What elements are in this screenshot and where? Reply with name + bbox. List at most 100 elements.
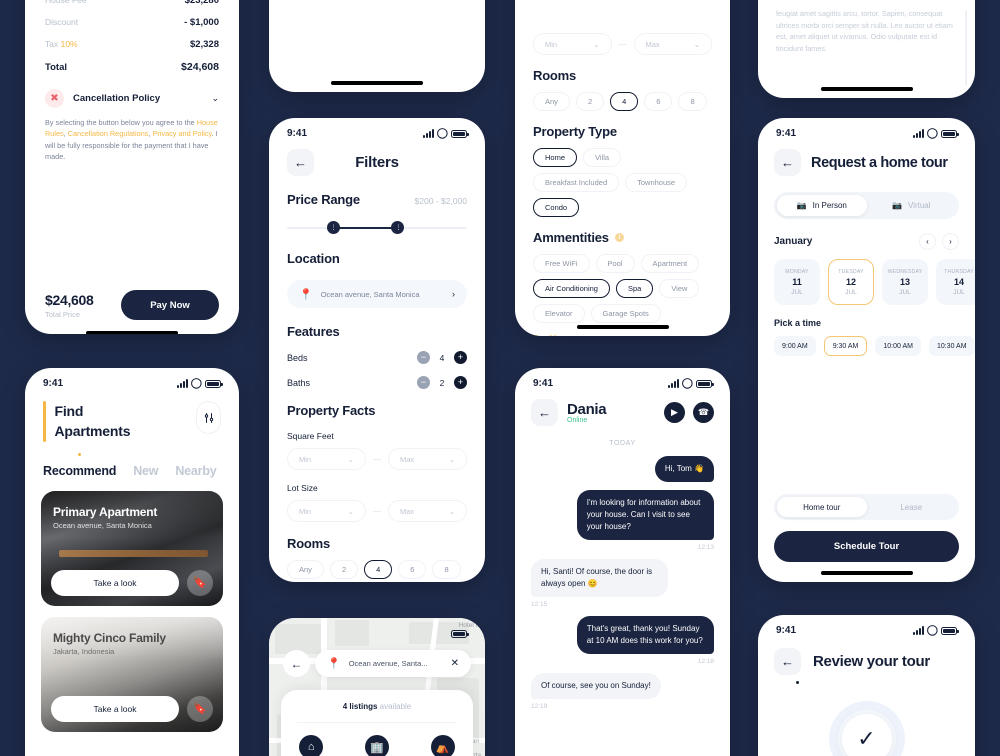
time-slot-930[interactable]: 9:30 AM bbox=[823, 336, 868, 356]
chevron-right-icon[interactable]: › bbox=[942, 233, 959, 250]
rooms-chip-group: Any 2 4 6 8 bbox=[287, 560, 467, 579]
baths-decrement-button[interactable]: − bbox=[417, 376, 430, 389]
room-chip-8[interactable]: 8 bbox=[432, 560, 461, 579]
chat-header-actions: ▶ ☎ bbox=[664, 402, 714, 423]
video-camera-icon[interactable]: ▶ bbox=[664, 402, 685, 423]
tab-new[interactable]: New bbox=[133, 464, 158, 478]
segment-lease[interactable]: Lease bbox=[867, 497, 957, 517]
square-feet-max-select[interactable]: Max ⌄ bbox=[388, 448, 467, 470]
map-category-home[interactable]: ⌂ Home bbox=[299, 735, 324, 756]
lot-size-min-select[interactable]: Min ⌄ bbox=[287, 500, 366, 522]
date-card-14[interactable]: THURSDAY 14 JUL bbox=[936, 259, 975, 305]
cancellation-policy-row[interactable]: ✖ Cancellation Policy ⌄ bbox=[45, 89, 219, 108]
price-range-row: Price Range $200 - $2,000 bbox=[287, 192, 467, 207]
close-icon[interactable]: ✕ bbox=[451, 658, 459, 669]
take-a-look-button[interactable]: Take a look bbox=[51, 569, 179, 596]
scrollbar[interactable] bbox=[965, 10, 967, 86]
battery-icon bbox=[205, 379, 223, 388]
room-chip-2[interactable]: 2 bbox=[329, 560, 359, 579]
chevron-left-icon[interactable]: ‹ bbox=[919, 233, 936, 250]
amenity-chip-pool[interactable]: Pool bbox=[595, 254, 635, 273]
price-range-slider[interactable]: ⋮ ⋮ bbox=[287, 221, 467, 235]
back-arrow-icon[interactable]: ← bbox=[283, 650, 310, 677]
room-chip-4[interactable]: 4 bbox=[364, 560, 393, 579]
home-indicator bbox=[576, 325, 669, 329]
room-chip-any[interactable]: Any bbox=[533, 92, 570, 111]
lot-size-max-select[interactable]: Max ⌄ bbox=[388, 500, 467, 522]
room-chip-6[interactable]: 6 bbox=[398, 560, 427, 579]
property-type-chip-breakfast[interactable]: Breakfast Included bbox=[533, 173, 620, 192]
link-cancellation-regulations[interactable]: Cancellation Regulations bbox=[68, 129, 149, 138]
signal-icon bbox=[176, 379, 188, 388]
take-a-look-button[interactable]: Take a look bbox=[51, 695, 179, 722]
chevron-right-icon[interactable]: › bbox=[452, 289, 455, 299]
segment-virtual[interactable]: 📷 Virtual bbox=[867, 195, 957, 216]
date-month: JUL bbox=[791, 288, 803, 296]
slider-handle-min[interactable]: ⋮ bbox=[326, 221, 340, 234]
beds-decrement-button[interactable]: − bbox=[417, 351, 430, 364]
status-bar: 9:41 ◯ bbox=[758, 615, 975, 638]
room-chip-2[interactable]: 2 bbox=[575, 92, 605, 111]
location-value: Ocean avenue, Santa Monica bbox=[320, 289, 420, 299]
lot-size-range: Min ⌄ — Max ⌄ bbox=[287, 500, 467, 522]
property-card[interactable]: Mighty Cinco Family Jakarta, Indonesia T… bbox=[41, 616, 223, 732]
amenity-chip-elevator[interactable]: Elevator bbox=[533, 304, 585, 323]
time-slot-1030[interactable]: 10:30 AM bbox=[928, 336, 975, 356]
sheet-divider bbox=[297, 722, 457, 723]
amenity-chip-apartment[interactable]: Apartment bbox=[640, 254, 700, 273]
room-chip-4[interactable]: 4 bbox=[610, 92, 639, 111]
map-category-apartment[interactable]: 🏢 Apartment bbox=[360, 735, 395, 756]
bookmark-icon[interactable]: 🔖 bbox=[187, 695, 213, 722]
map-category-villa[interactable]: ⛺ Villa bbox=[430, 735, 455, 756]
amenity-chip-free-wifi[interactable]: Free WiFi bbox=[533, 254, 590, 273]
back-arrow-icon[interactable]: ← bbox=[774, 149, 801, 176]
time-slot-1000[interactable]: 10:00 AM bbox=[875, 336, 921, 356]
amenity-chip-air-conditioning[interactable]: Air Conditioning bbox=[533, 279, 610, 298]
baths-increment-button[interactable]: + bbox=[454, 376, 467, 389]
date-card-13[interactable]: WEDNESDAY 13 JUL bbox=[882, 259, 928, 305]
lot-size-min-select[interactable]: Min ⌄ bbox=[533, 33, 612, 55]
phone-icon[interactable]: ☎ bbox=[693, 402, 714, 423]
tab-nearby[interactable]: Nearby bbox=[175, 464, 216, 478]
chat-contact: Dania Online bbox=[567, 401, 607, 424]
date-card-12[interactable]: TUESDAY 12 JUL bbox=[828, 259, 874, 305]
time-slot-900[interactable]: 9:00 AM bbox=[774, 336, 816, 356]
home-indicator bbox=[820, 571, 913, 575]
back-arrow-icon[interactable]: ← bbox=[287, 149, 314, 176]
lot-size-max-select[interactable]: Max ⌄ bbox=[633, 33, 712, 55]
back-arrow-icon[interactable]: ← bbox=[774, 648, 801, 675]
slider-handle-max[interactable]: ⋮ bbox=[391, 221, 405, 234]
room-chip-8[interactable]: 8 bbox=[678, 92, 707, 111]
map-search-field[interactable]: 📍 Ocean avenue, Santa... ✕ bbox=[315, 650, 471, 677]
property-type-chip-home[interactable]: Home bbox=[533, 148, 578, 167]
beds-increment-button[interactable]: + bbox=[454, 351, 467, 364]
room-chip-6[interactable]: 6 bbox=[644, 92, 673, 111]
segment-home-tour[interactable]: Home tour bbox=[777, 497, 867, 517]
amenity-chip-view[interactable]: View bbox=[659, 279, 700, 298]
room-chip-any[interactable]: Any bbox=[287, 560, 324, 579]
square-feet-min-select[interactable]: Min ⌄ bbox=[287, 448, 366, 470]
location-field[interactable]: 📍 Ocean avenue, Santa Monica › bbox=[287, 280, 467, 308]
back-arrow-icon[interactable]: ← bbox=[531, 399, 558, 426]
property-card[interactable]: Primary Apartment Ocean avenue, Santa Mo… bbox=[41, 490, 223, 606]
chevron-down-icon[interactable]: ⌄ bbox=[211, 93, 219, 104]
tab-recommend[interactable]: Recommend bbox=[43, 452, 116, 478]
chat-timestamp: 12:18 bbox=[697, 658, 714, 665]
sliders-icon[interactable] bbox=[196, 401, 221, 434]
schedule-tour-button[interactable]: Schedule Tour bbox=[774, 531, 959, 562]
amenity-chip-garage-spots[interactable]: Garage Spots bbox=[590, 304, 661, 323]
detail-footer-bar: $24,608 Total Price Pay Now bbox=[25, 290, 239, 320]
info-icon[interactable]: i bbox=[614, 233, 624, 242]
date-day: 11 bbox=[792, 276, 802, 287]
pay-now-button[interactable]: Pay Now bbox=[121, 290, 219, 320]
bookmark-icon[interactable]: 🔖 bbox=[187, 569, 213, 596]
property-type-chip-condo[interactable]: Condo bbox=[533, 198, 580, 217]
property-type-chip-townhouse[interactable]: Townhouse bbox=[625, 173, 688, 192]
link-privacy-policy[interactable]: Privacy and Policy bbox=[153, 129, 212, 138]
see-more-link[interactable]: See More ⟶ bbox=[533, 334, 712, 336]
segment-in-person[interactable]: 📷 In Person bbox=[777, 195, 867, 216]
amenity-chip-spa[interactable]: Spa bbox=[615, 279, 654, 298]
date-card-11[interactable]: MONDAY 11 JUL bbox=[774, 259, 820, 305]
property-type-chip-villa[interactable]: Villa bbox=[583, 148, 622, 167]
property-location: Jakarta, Indonesia bbox=[53, 646, 115, 656]
